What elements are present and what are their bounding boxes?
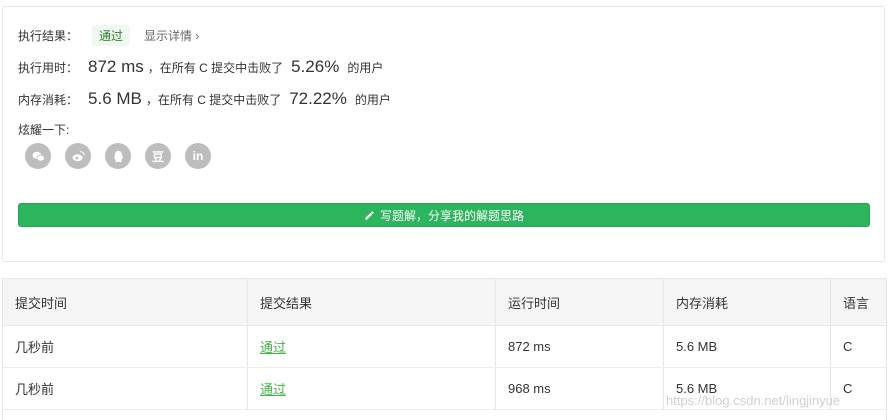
exec-result-label: 执行结果： (18, 29, 79, 43)
exec-result-row: 执行结果： 通过 显示详情 › (18, 25, 199, 46)
cell-memory: 5.6 MB (664, 326, 831, 367)
pencil-icon (365, 210, 374, 220)
cell-runtime: 968 ms (496, 368, 664, 409)
runtime-label: 执行用时： (18, 61, 79, 75)
memory-value: 5.6 MB (88, 89, 142, 108)
submission-result-card: 执行结果： 通过 显示详情 › 执行用时： 872 ms ，在所有 C 提交中击… (2, 6, 885, 262)
table-row[interactable]: 几秒前 通过 872 ms 5.6 MB C (3, 326, 886, 368)
runtime-mid-text: ，在所有 C 提交中击败了 (147, 61, 284, 75)
result-link[interactable]: 通过 (260, 337, 286, 356)
header-memory: 内存消耗 (664, 279, 831, 325)
memory-mid-text: ，在所有 C 提交中击败了 (145, 93, 282, 107)
runtime-row: 执行用时： 872 ms ，在所有 C 提交中击败了 5.26% 的用户 (18, 57, 383, 77)
header-submit-result: 提交结果 (248, 279, 496, 325)
table-header-row: 提交时间 提交结果 运行时间 内存消耗 语言 (3, 279, 886, 326)
write-solution-button[interactable]: 写题解，分享我的解题思路 (18, 203, 870, 227)
cell-submit-result: 通过 (248, 368, 496, 409)
cell-submit-time: 几秒前 (3, 368, 248, 409)
status-badge: 通过 (92, 25, 131, 46)
header-runtime: 运行时间 (496, 279, 664, 325)
runtime-value: 872 ms (88, 57, 144, 76)
linkedin-icon[interactable]: in (185, 143, 211, 169)
runtime-percentile: 5.26% (291, 57, 340, 76)
cell-submit-time: 几秒前 (3, 326, 248, 367)
cell-language: C (843, 339, 853, 354)
show-details-link[interactable]: 显示详情 › (144, 27, 199, 44)
write-solution-label: 写题解，分享我的解题思路 (379, 208, 524, 223)
share-label: 炫耀一下: (18, 123, 70, 137)
wechat-icon[interactable] (25, 143, 51, 169)
douban-icon[interactable]: 豆 (145, 143, 171, 169)
cell-runtime: 872 ms (496, 326, 664, 367)
header-submit-time: 提交时间 (3, 279, 248, 325)
weibo-icon[interactable] (65, 143, 91, 169)
memory-percentile: 72.22% (289, 89, 347, 108)
header-language: 语言 (843, 295, 870, 311)
memory-row: 内存消耗： 5.6 MB ，在所有 C 提交中击败了 72.22% 的用户 (18, 89, 391, 109)
runtime-suffix: 的用户 (347, 61, 384, 75)
share-buttons: 豆 in (25, 143, 211, 169)
memory-label: 内存消耗： (18, 93, 79, 107)
result-link[interactable]: 通过 (260, 379, 286, 398)
memory-suffix: 的用户 (354, 93, 391, 107)
share-label-row: 炫耀一下: (18, 121, 69, 138)
qq-icon[interactable] (105, 143, 131, 169)
cell-submit-result: 通过 (248, 326, 496, 367)
csdn-watermark: https://blog.csdn.net/lingjinyue (666, 393, 841, 408)
